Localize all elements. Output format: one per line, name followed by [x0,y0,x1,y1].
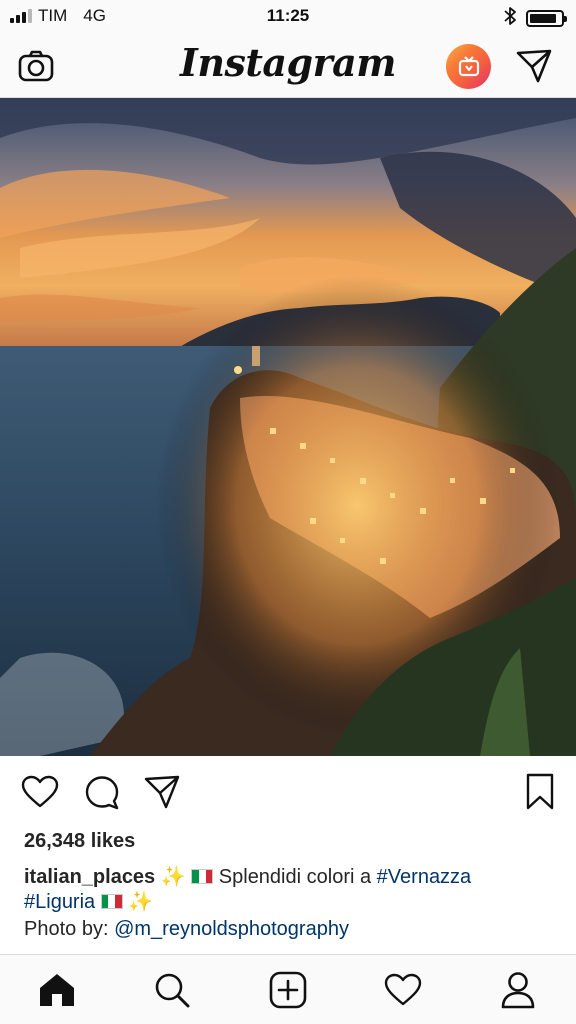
battery-icon [526,10,567,27]
bottom-navigation [0,954,576,1024]
activity-icon[interactable] [380,967,426,1013]
italy-flag-icon [191,869,214,884]
profile-icon[interactable] [495,967,541,1013]
new-post-icon[interactable] [265,967,311,1013]
credit-handle[interactable]: @m_reynoldsphotography [114,918,349,940]
post-actions [0,756,576,828]
share-icon[interactable] [142,772,182,812]
hashtag-liguria[interactable]: #Liguria [24,891,95,913]
likes-count[interactable]: 26,348 likes [24,830,135,853]
sparkle-emoji: ✨ [160,866,186,888]
post-caption: italian_places ✨ Splendidi colori a #Ver… [24,865,544,915]
like-icon[interactable] [20,772,60,812]
save-icon[interactable] [520,772,560,812]
sparkle-emoji: ✨ [128,891,154,913]
bluetooth-icon [504,6,516,31]
search-icon[interactable] [149,967,195,1013]
hashtag-vernazza[interactable]: #Vernazza [377,866,472,888]
comment-icon[interactable] [82,772,122,812]
credit-prefix: Photo by: [24,918,109,940]
igtv-icon[interactable] [446,44,491,89]
caption-text: Splendidi colori a [218,866,372,888]
status-bar: TIM 4G 11:25 [0,0,576,34]
home-icon[interactable] [34,967,80,1013]
caption-username[interactable]: italian_places [24,866,155,888]
direct-message-icon[interactable] [512,44,556,88]
post-image[interactable] [0,98,576,756]
italy-flag-icon [100,894,123,909]
app-header: Instagram [0,34,576,98]
clock: 11:25 [266,6,310,25]
photo-credit: Photo by: @m_reynoldsphotography [24,918,349,941]
